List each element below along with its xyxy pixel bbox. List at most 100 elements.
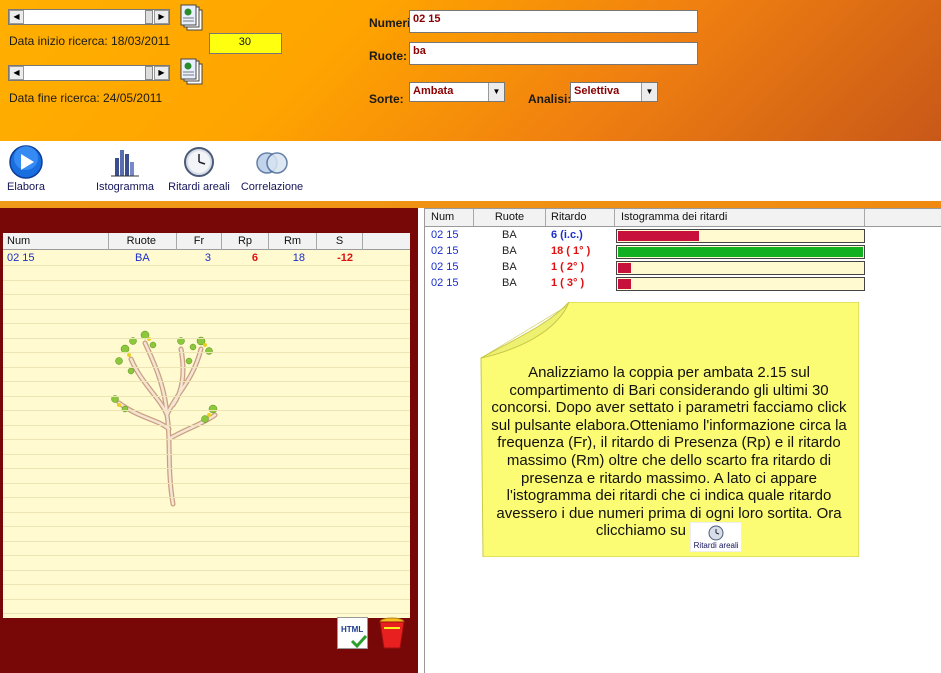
elabora-button[interactable]: Elabora — [3, 144, 49, 193]
note-body: Analizziamo la coppia per ambata 2.15 su… — [491, 364, 847, 540]
delay-bar — [616, 261, 865, 275]
separator-strip — [0, 201, 941, 208]
cell-ruote: BA — [502, 277, 517, 289]
cell-ritardo: 1 ( 3° ) — [551, 277, 585, 289]
cell-ruote: BA — [502, 229, 517, 241]
clock-icon — [179, 144, 219, 178]
results-panel: Num Ruote Fr Rp Rm S 02 15 BA 3 6 18 -12 — [0, 208, 418, 673]
delay-bar — [616, 229, 865, 243]
chevron-down-icon[interactable]: ▼ — [641, 83, 657, 101]
grid-line — [3, 468, 410, 469]
inline-button-label: Ritardi areali — [693, 541, 739, 551]
export-html-icon[interactable]: HTML — [337, 617, 368, 649]
sorte-label: Sorte: — [369, 92, 404, 106]
col-header-s[interactable]: S — [317, 233, 363, 250]
grid-line — [3, 540, 410, 542]
tutorial-note-text: Analizziamo la coppia per ambata 2.15 su… — [480, 364, 858, 553]
scroll-left-icon[interactable]: ◀ — [9, 66, 24, 80]
cell-ruote: BA — [502, 245, 517, 257]
calendar-pages-icon[interactable] — [180, 4, 204, 32]
tree-illustration — [111, 330, 218, 507]
slider-thumb[interactable] — [145, 66, 153, 80]
end-date-label: Data fine ricerca: 24/05/2011 — [9, 91, 163, 105]
col-header-fr[interactable]: Fr — [177, 233, 222, 250]
scroll-right-icon[interactable]: ▶ — [154, 66, 169, 80]
scroll-left-icon[interactable]: ◀ — [9, 10, 24, 24]
col-header-rp[interactable]: Rp — [222, 233, 269, 250]
cell-num: 02 15 — [431, 277, 459, 289]
elabora-label: Elabora — [7, 181, 45, 193]
cell-num: 02 15 — [431, 229, 459, 241]
col-header-rm[interactable]: Rm — [269, 233, 317, 250]
histogram-table-header: Num Ruote Ritardo Istogramma dei ritardi — [425, 209, 941, 227]
grid-line — [3, 424, 410, 426]
grid-line — [3, 598, 410, 600]
calendar-pages-icon[interactable] — [180, 58, 204, 86]
inline-ritardi-areali-button[interactable]: Ritardi areali — [690, 522, 743, 553]
delay-bar-fill — [618, 247, 863, 257]
cell-rm: 18 — [292, 252, 305, 264]
grid-line — [3, 453, 410, 455]
grid-line — [3, 526, 410, 527]
grid-line — [3, 395, 410, 397]
istogramma-button[interactable]: Istogramma — [94, 144, 156, 193]
col-header-num[interactable]: Num — [3, 233, 109, 250]
delay-bar-fill — [618, 279, 631, 289]
bucket-delete-icon[interactable] — [378, 616, 406, 650]
numbers-input[interactable]: 02 15 — [409, 10, 698, 33]
results-table-header: Num Ruote Fr Rp Rm S — [3, 233, 410, 250]
grid-line — [3, 265, 410, 266]
istogramma-label: Istogramma — [95, 181, 155, 193]
correlazione-label: Correlazione — [240, 181, 304, 193]
grid-line — [3, 381, 410, 382]
draw-count-input[interactable]: 30 — [209, 33, 282, 54]
html-text: HTML — [341, 625, 364, 634]
col-header-ruote[interactable]: Ruote — [109, 233, 177, 250]
cell-fr: 3 — [204, 252, 211, 264]
grid-line — [3, 482, 410, 484]
sorte-select[interactable]: Ambata ▼ — [409, 82, 505, 102]
col-header-ritardo[interactable]: Ritardo — [546, 209, 615, 226]
grid-line — [3, 308, 410, 310]
grid-line — [3, 323, 410, 324]
analisi-value: Selettiva — [574, 85, 620, 97]
grid-line — [3, 410, 410, 411]
sorte-value: Ambata — [413, 85, 454, 97]
cell-rp: 6 — [251, 252, 258, 264]
grid-line — [3, 569, 410, 571]
ritardi-areali-label: Ritardi areali — [168, 181, 230, 193]
grid-line — [3, 584, 410, 585]
wheels-label: Ruote: — [369, 49, 407, 63]
end-date-slider[interactable]: ◀ ▶ — [8, 65, 170, 81]
cell-num: 02 15 — [431, 261, 459, 273]
cell-num: 02 15 — [431, 245, 459, 257]
start-date-slider[interactable]: ◀ ▶ — [8, 9, 170, 25]
toolbar: Elabora Istogramma Ritardi areali Correl… — [0, 141, 941, 201]
correlazione-button[interactable]: Correlazione — [239, 144, 305, 193]
cell-ruote: BA — [502, 261, 517, 273]
results-table: Num Ruote Fr Rp Rm S 02 15 BA 3 6 18 -12 — [3, 233, 410, 618]
venn-rings-icon — [252, 144, 292, 178]
grid-line — [3, 555, 410, 556]
grid-line — [3, 279, 410, 281]
cell-ritardo: 1 ( 2° ) — [551, 261, 585, 273]
col-header-num[interactable]: Num — [425, 209, 474, 226]
ritardi-areali-button[interactable]: Ritardi areali — [166, 144, 232, 193]
slider-thumb[interactable] — [145, 10, 153, 24]
grid-line — [3, 613, 410, 614]
col-header-istogramma[interactable]: Istogramma dei ritardi — [615, 209, 865, 226]
chevron-down-icon[interactable]: ▼ — [488, 83, 504, 101]
col-header-ruote[interactable]: Ruote — [474, 209, 546, 226]
grid-line — [3, 511, 410, 513]
analisi-label: Analisi: — [528, 92, 572, 106]
scroll-right-icon[interactable]: ▶ — [154, 10, 169, 24]
numbers-label: Numeri: — [369, 16, 415, 30]
clock-icon — [708, 525, 724, 541]
delay-bar-fill — [618, 263, 631, 273]
grid-line — [3, 294, 410, 295]
delay-bar — [616, 245, 865, 259]
analisi-select[interactable]: Selettiva ▼ — [570, 82, 658, 102]
cell-ritardo: 6 (i.c.) — [551, 229, 583, 241]
grid-line — [3, 366, 410, 368]
wheels-input[interactable]: ba — [409, 42, 698, 65]
